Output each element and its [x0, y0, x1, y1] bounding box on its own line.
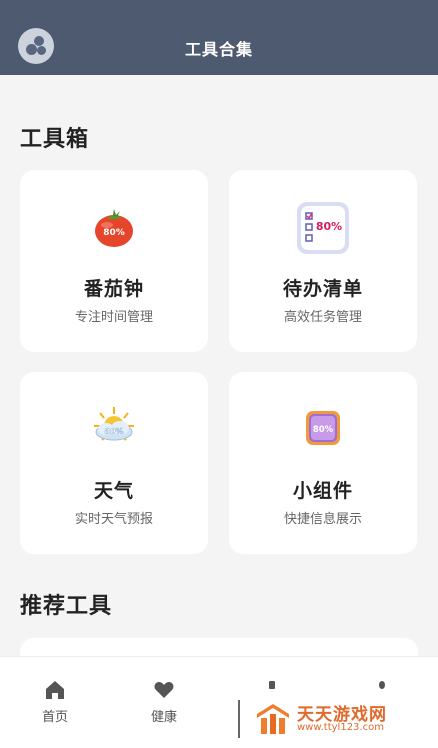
checklist-icon: 80%: [297, 202, 349, 254]
home-icon: [46, 681, 64, 699]
widget-icon: 80%: [306, 411, 340, 445]
tool-desc: 实时天气预报: [74, 512, 153, 527]
tool-name: 小组件: [292, 480, 353, 502]
tomato-badge: 80%: [103, 228, 125, 238]
tool-desc: 高效任务管理: [283, 310, 362, 325]
divider: [238, 700, 240, 738]
app-header: 工具合集: [0, 0, 438, 75]
tool-name: 番茄钟: [83, 278, 144, 300]
tab-icon-partial: [269, 681, 275, 689]
tomato-icon: 80%: [95, 209, 133, 247]
site-watermark: 天天游戏网 www.ttyl123.com: [253, 698, 413, 740]
tab-label: 首页: [41, 710, 68, 725]
tool-name: 天气: [93, 480, 134, 502]
tool-desc: 专注时间管理: [74, 310, 153, 325]
tab-icon-partial: [379, 681, 385, 689]
tool-card-weather[interactable]: 80% 天气 实时天气预报: [20, 372, 208, 554]
section-title-recommended: 推荐工具: [20, 594, 113, 619]
tool-name: 待办清单: [282, 278, 363, 300]
tool-card-pomodoro[interactable]: 80% 番茄钟 专注时间管理: [20, 170, 208, 352]
heart-icon: [154, 682, 174, 698]
tab-label: 健康: [150, 710, 177, 725]
watermark-url: www.ttyl123.com: [297, 722, 384, 733]
tab-home[interactable]: 首页: [15, 657, 95, 748]
weather-badge: 80%: [104, 427, 123, 436]
tab-health[interactable]: 健康: [124, 657, 204, 748]
tool-card-widget[interactable]: 80% 小组件 快捷信息展示: [229, 372, 417, 554]
tool-desc: 快捷信息展示: [283, 512, 362, 527]
section-title-toolbox: 工具箱: [20, 127, 90, 152]
widget-badge: 80%: [313, 425, 334, 435]
page-title: 工具合集: [184, 40, 253, 59]
weather-icon: 80%: [94, 407, 134, 441]
watermark-logo-icon: [257, 704, 289, 734]
checklist-badge: 80%: [316, 220, 342, 233]
tool-card-todo[interactable]: 80% 待办清单 高效任务管理: [229, 170, 417, 352]
